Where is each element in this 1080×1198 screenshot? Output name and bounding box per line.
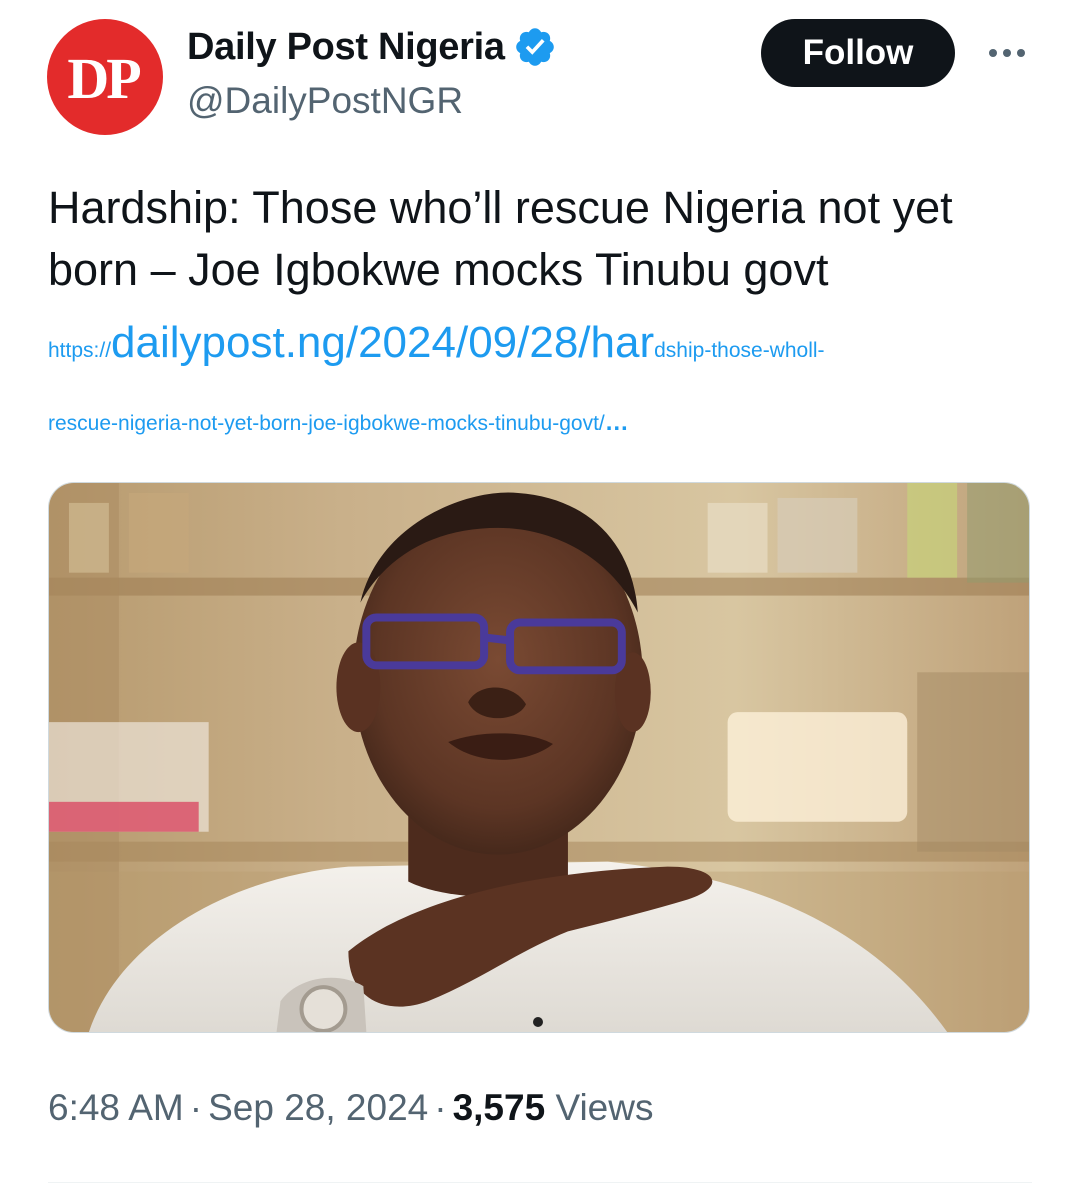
tweet-link-ellipsis: … <box>604 409 630 436</box>
tweet-media-image[interactable] <box>48 482 1030 1033</box>
avatar-logo-text: DP <box>67 45 141 111</box>
tweet-text: Hardship: Those who’ll rescue Nigeria no… <box>48 182 953 295</box>
author-display-name[interactable]: Daily Post Nigeria <box>187 26 505 69</box>
tweet-link-main: dailypost.ng/2024/09/28/har <box>111 318 655 367</box>
author-handle[interactable]: @DailyPostNGR <box>187 80 463 122</box>
tweet-link-continued[interactable]: rescue-nigeria-not-yet-born-joe-igbokwe-… <box>48 409 630 437</box>
meta-separator: · <box>434 1087 447 1128</box>
more-dot <box>989 49 997 57</box>
tweet-link-prefix: https:// <box>48 339 112 362</box>
more-dot <box>1003 49 1011 57</box>
follow-button[interactable]: Follow <box>761 19 955 87</box>
verified-badge-icon <box>515 28 554 66</box>
tweet-metadata: 6:48 AM · Sep 28, 2024 · 3,575 Views <box>48 1082 653 1134</box>
tweet-date[interactable]: Sep 28, 2024 <box>208 1087 428 1128</box>
divider <box>48 1182 1032 1183</box>
tweet-link[interactable]: https://dailypost.ng/2024/09/28/hardship… <box>48 318 825 378</box>
tweet-link-tail: dship-those-wholl- <box>654 339 825 362</box>
more-dot <box>1017 49 1025 57</box>
avatar[interactable]: DP <box>47 19 163 135</box>
meta-separator: · <box>189 1087 203 1128</box>
views-count: 3,575 <box>452 1087 546 1128</box>
views-label: Views <box>555 1087 654 1128</box>
author-name-row: Daily Post Nigeria <box>187 22 557 72</box>
more-options-icon[interactable] <box>982 30 1032 76</box>
photo-man-gesturing <box>49 483 1029 1032</box>
tweet-link-line2: rescue-nigeria-not-yet-born-joe-igbokwe-… <box>48 412 605 435</box>
tweet-time[interactable]: 6:48 AM <box>48 1087 184 1128</box>
